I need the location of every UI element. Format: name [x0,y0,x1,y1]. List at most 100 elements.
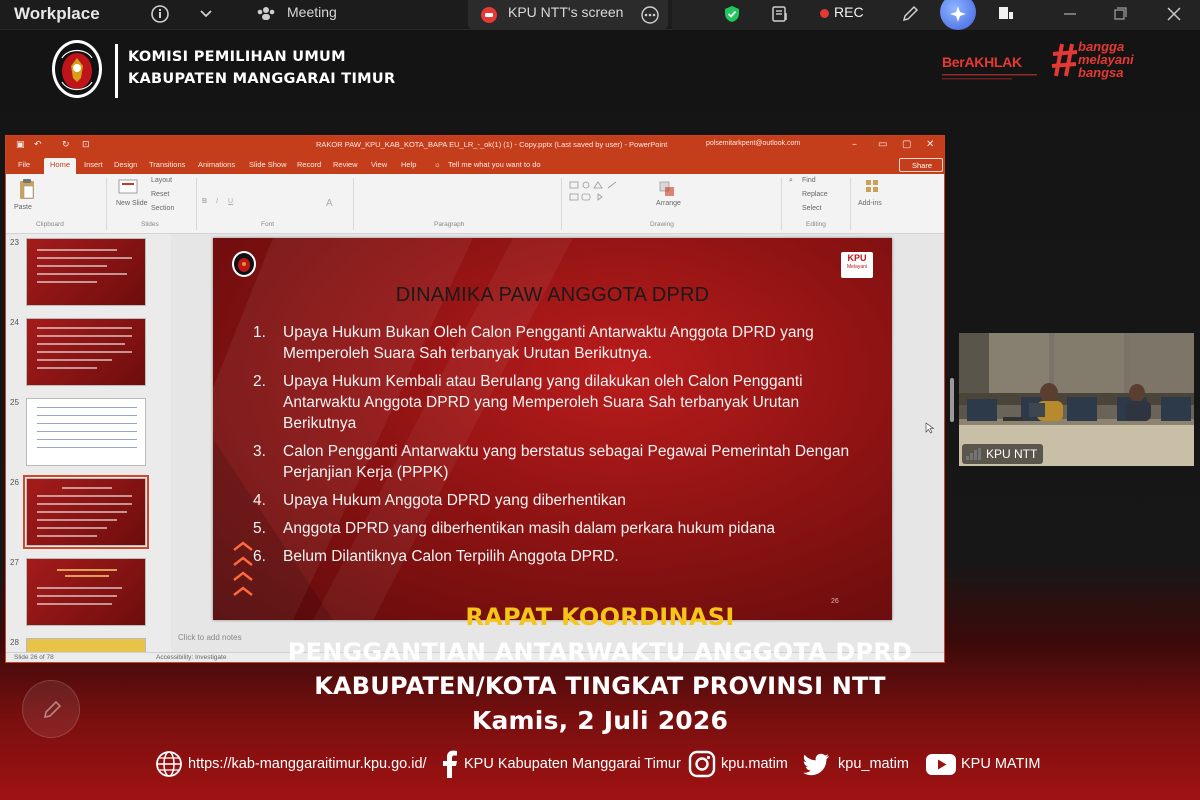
find-search-icon[interactable]: ⌕ [789,177,793,185]
list-item-number: 1. [253,324,266,341]
app-title: Workplace [14,4,100,23]
tab-help[interactable]: Help [401,160,416,169]
arrange-label[interactable]: Arrange [656,200,681,207]
slide-thumbnail[interactable] [26,398,146,466]
ppt-share-button[interactable]: Share [899,158,943,172]
list-item-text: Upaya Hukum Kembali atau Berulang yang d… [283,373,803,432]
minimize-icon[interactable] [1060,4,1080,24]
slide-bullet-list: 1. Upaya Hukum Bukan Oleh Calon Pengganti… [253,322,873,574]
ribbon-separator [561,178,562,230]
event-caption-subtitle: PENGGANTIAN ANTARWAKTU ANGGOTA DPRD [287,638,913,666]
add-ins-icon[interactable] [864,178,880,194]
more-options-icon[interactable] [640,5,660,25]
section-button[interactable]: Section [151,205,174,212]
ppt-minimize-icon[interactable]: – [852,139,857,150]
tab-design[interactable]: Design [114,160,137,169]
replace-button[interactable]: Replace [802,191,828,198]
undo-icon[interactable]: ↶ [34,140,42,150]
transcript-icon[interactable] [770,4,790,24]
ppt-restore-icon[interactable]: ▢ [902,139,911,150]
zoom-toolbar: Workplace Meeting KPU NTT's screen REC [0,0,1200,30]
layout-button[interactable]: Layout [151,177,172,184]
italic-icon[interactable]: I [216,198,218,205]
twitter-handle: kpu_matim [838,756,909,772]
tab-record[interactable]: Record [297,160,321,169]
youtube-icon [926,754,956,775]
start-slideshow-icon[interactable]: ⊡ [82,140,90,150]
tab-view[interactable]: View [371,160,387,169]
tab-review[interactable]: Review [333,160,358,169]
mouse-cursor-icon [925,422,935,434]
paste-label[interactable]: Paste [14,204,32,211]
website-url: https://kab-manggaraitimur.kpu.go.id/ [188,756,427,772]
info-icon[interactable] [150,4,170,24]
rec-dot-icon [820,9,829,18]
list-item-text: Upaya Hukum Anggota DPRD yang diberhenti… [283,492,626,509]
participant-name-label: KPU NTT [962,444,1044,464]
chevron-down-icon[interactable] [196,4,216,24]
select-button[interactable]: Select [802,205,821,212]
paste-icon[interactable] [18,178,36,200]
ppt-file-title: RAKOR PAW_KPU_KAB_KOTA_BAPA EU_LR_-_ok(1… [316,140,668,149]
bold-icon[interactable]: B [202,198,207,205]
group-drawing: Drawing [650,221,674,228]
stop-share-icon[interactable] [480,6,498,24]
add-ins-label[interactable]: Add-ins [858,200,882,207]
group-clipboard: Clipboard [36,221,64,228]
close-icon[interactable] [1164,4,1184,24]
instagram-icon [688,750,716,778]
group-editing: Editing [806,221,826,228]
tab-slide-show[interactable]: Slide Show [249,160,287,169]
ppt-close-icon[interactable]: ✕ [926,139,934,150]
lightbulb-icon: ☼ [434,160,441,169]
list-item: 5. Anggota DPRD yang diberhentikan masih … [253,518,873,539]
security-shield-icon[interactable] [722,4,742,24]
underline-icon[interactable]: U [228,198,233,205]
org-name-line2: KABUPATEN MANGGARAI TIMUR [128,71,396,87]
arrange-icon[interactable] [658,180,676,198]
slide-thumbnail-selected[interactable] [23,475,149,549]
list-item: 6. Belum Dilantiknya Calon Terpilih Anggo… [253,546,873,567]
tab-home[interactable]: Home [44,158,77,174]
shapes-gallery-icon[interactable] [568,180,640,210]
tab-file[interactable]: File [18,160,30,169]
ppt-menu-tabs: File Home Insert Design Transitions Anim… [6,156,944,174]
font-color-icon[interactable]: A [326,198,333,209]
event-caption-heading: RAPAT KOORDINASI [465,603,735,631]
berakhlak-tagline-mark [942,74,1037,80]
ppt-account-email[interactable]: polsemitarkpent@outlook.com [706,140,800,147]
new-slide-label[interactable]: New Slide [116,200,148,207]
list-item-text: Upaya Hukum Bukan Oleh Calon Pengganti A… [283,324,814,362]
slide-thumbnail[interactable] [26,238,146,306]
kpu-emblem-logo [52,40,102,98]
thumb-number: 23 [10,238,19,247]
ppt-ribbon-display-icon[interactable]: ▭ [878,139,887,150]
tab-insert[interactable]: Insert [84,160,103,169]
list-item: 4. Upaya Hukum Anggota DPRD yang diberhen… [253,490,873,511]
reset-button[interactable]: Reset [151,191,169,198]
apps-icon[interactable] [996,4,1016,24]
twitter-bird-icon [803,753,829,776]
slide-thumbnail[interactable] [26,318,146,386]
screen-share-tab[interactable]: KPU NTT's screen [468,0,668,30]
new-slide-icon[interactable] [118,178,138,196]
tell-me-search[interactable]: Tell me what you want to do [448,160,541,169]
badge-kpu-text: KPU [847,253,867,263]
save-icon[interactable]: ▣ [16,140,25,150]
ppt-titlebar: ▣ ↶ ↻ ⊡ RAKOR PAW_KPU_KAB_KOTA_BAPA EU_L… [6,136,944,156]
redo-icon[interactable]: ↻ [62,140,70,150]
bangga-melayani-hash-icon [1051,43,1078,77]
share-tab-label: KPU NTT's screen [508,4,624,20]
rec-label[interactable]: REC [834,4,864,20]
globe-icon [156,751,182,777]
group-paragraph: Paragraph [434,221,465,228]
meeting-label[interactable]: Meeting [287,4,337,20]
list-item-text: Anggota DPRD yang diberhentikan masih da… [283,520,775,537]
find-button[interactable]: Find [802,177,816,184]
tab-animations[interactable]: Animations [198,160,235,169]
panel-resize-handle[interactable] [950,378,954,422]
tab-transitions[interactable]: Transitions [149,160,185,169]
annotate-pen-icon[interactable] [900,4,920,24]
restore-icon[interactable] [1110,4,1130,24]
ribbon-separator [196,178,197,230]
